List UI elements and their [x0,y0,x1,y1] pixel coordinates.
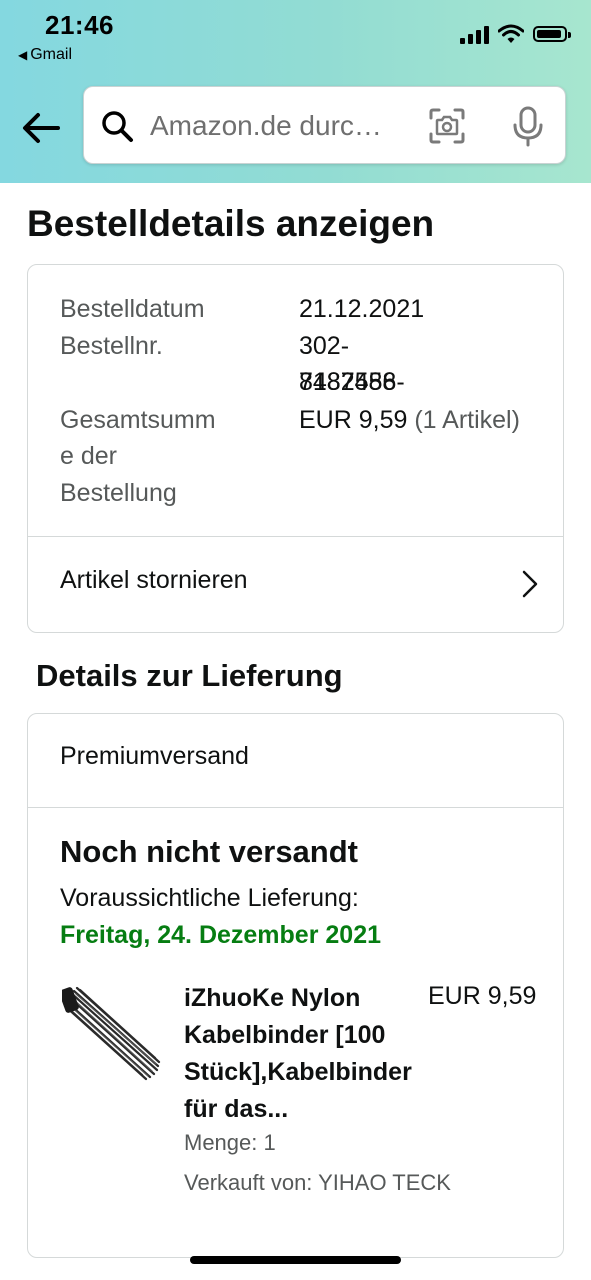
wifi-icon [498,24,524,43]
order-total-label-line2: e der [60,442,117,470]
eta-label: Voraussichtliche Lieferung: [60,884,359,912]
product-title-line3: Stück],Kabelbinder [184,1058,412,1086]
camera-icon[interactable] [428,107,466,145]
order-date-value: 21.12.2021 [299,295,425,323]
order-summary-card: Bestelldatum 21.12.2021 Bestellnr. 302-8… [27,264,564,633]
order-total-items: (1 Artikel) [414,406,520,434]
search-input[interactable] [150,107,420,145]
order-number-value-line2: 7187558 [299,368,397,396]
product-quantity: Menge: 1 [184,1130,276,1155]
shipping-method: Premiumversand [60,742,249,770]
page-title: Bestelldetails anzeigen [27,203,435,244]
product-seller: Verkauft von: YIHAO TECK [184,1170,451,1195]
delivery-card: Premiumversand Noch nicht versandt Vorau… [27,713,564,1258]
battery-icon [533,26,571,42]
order-date-row: Bestelldatum 21.12.2021 [60,291,424,327]
card-divider [28,807,563,808]
back-app-label: Gmail [30,46,73,63]
back-arrow-icon[interactable] [20,106,64,150]
product-title-line2: Kabelbinder [100 [184,1021,386,1049]
status-indicators [460,24,571,44]
order-date-label: Bestelldatum [60,295,205,323]
search-bar[interactable] [83,86,566,164]
search-icon [102,111,133,142]
back-triangle-icon: ◀ [18,48,28,62]
app-header: 21:46 ◀ Gmail [0,0,591,183]
product-price: EUR 9,59 [428,982,537,1010]
eta-date: Freitag, 24. Dezember 2021 [60,921,381,949]
signal-icon [460,24,489,44]
back-to-app-link[interactable]: ◀ Gmail [18,46,72,64]
microphone-icon[interactable] [511,105,545,147]
delivery-section-title: Details zur Lieferung [36,658,343,693]
home-indicator[interactable] [190,1256,401,1264]
product-image[interactable] [62,982,162,1082]
chevron-right-icon [522,570,538,598]
order-total-label-row3: Bestellung [60,475,177,511]
order-total-label-row2: e der [60,438,117,474]
order-number-label: Bestellnr. [60,332,163,360]
order-total-label-line1: Gesamtsumm [60,406,216,434]
cancel-items-button[interactable]: Artikel stornieren [28,537,563,633]
shipment-status: Noch nicht versandt [60,834,358,869]
order-total-label-line3: Bestellung [60,479,177,507]
product-title[interactable]: iZhuoKe Nylon Kabelbinder [100 Stück],Ka… [184,980,454,1128]
product-title-line1: iZhuoKe Nylon [184,984,361,1012]
order-total-amount: EUR 9,59 [299,406,408,434]
order-number-row: Bestellnr. 302-8482486- [60,328,405,396]
status-time: 21:46 [45,10,114,40]
order-total-row: Gesamtsumm EUR 9,59 (1 Artikel) [60,402,520,438]
product-title-line4: für das... [184,1095,289,1123]
cancel-items-label: Artikel stornieren [60,566,248,594]
